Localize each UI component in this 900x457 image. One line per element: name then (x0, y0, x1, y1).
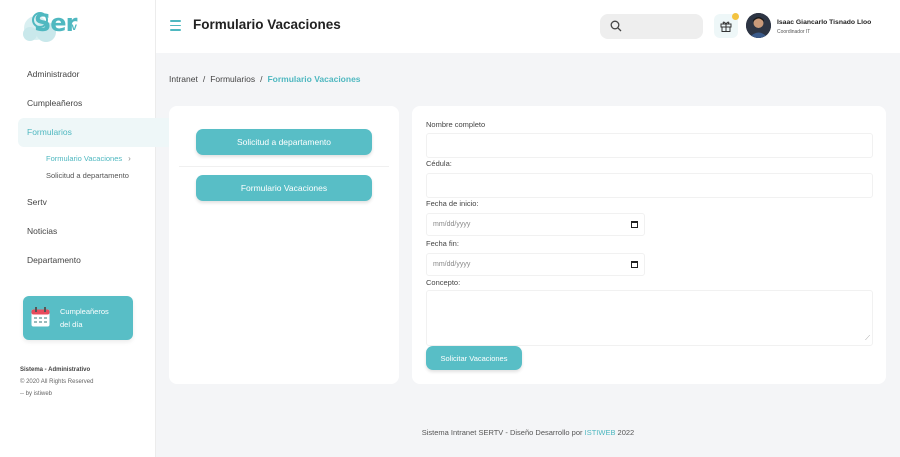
id-label: Cédula: (426, 159, 452, 168)
end-date-placeholder: mm/dd/yyyy (433, 261, 471, 268)
sidebar-item-sertv[interactable]: Sertv (0, 188, 156, 217)
solicitud-departamento-button[interactable]: Solicitud a departamento (196, 129, 372, 155)
system-copyright: © 2020 All Rights Reserved (20, 379, 94, 385)
breadcrumb: Intranet / Formularios / Formulario Vacacion… (169, 74, 361, 84)
system-by: -- by istiweb (20, 391, 53, 397)
user-avatar[interactable] (746, 13, 771, 38)
end-date-field[interactable]: mm/dd/yyyy (426, 253, 645, 276)
forms-menu-panel: Solicitud a departamento Formulario Vaca… (169, 106, 399, 384)
subnav-formulario-vacaciones[interactable]: Formulario Vacaciones › (46, 150, 156, 167)
birthday-card-line1: Cumpleañeros (60, 307, 109, 316)
breadcrumb-formularios[interactable]: Formularios (210, 74, 255, 84)
birthday-notification-button[interactable] (714, 13, 739, 38)
start-date-placeholder: mm/dd/yyyy (433, 221, 471, 228)
sidebar-item-cumpleaneros[interactable]: Cumpleañeros (0, 89, 156, 118)
search-input[interactable] (600, 14, 703, 39)
sidebar-item-noticias[interactable]: Noticias (0, 217, 156, 246)
subnav-solicitud-departamento[interactable]: Solicitud a departamento (46, 167, 156, 184)
sidebar: Ser tv Administrador Cumpleañeros Formul… (0, 0, 173, 457)
breadcrumb-intranet[interactable]: Intranet (169, 74, 198, 84)
footer-prefix: Sistema Intranet SERTV - Diseño Desarrol… (421, 428, 583, 437)
submit-vacation-button[interactable]: Solicitar Vacaciones (426, 346, 522, 370)
calendar-picker-icon[interactable] (631, 261, 638, 268)
breadcrumb-separator: / (260, 74, 263, 84)
calendar-picker-icon[interactable] (631, 221, 638, 228)
system-info: Sistema - Administrativo © 2020 All Righ… (20, 364, 93, 400)
end-date-label: Fecha fin: (426, 239, 459, 248)
chevron-right-icon: › (128, 154, 131, 163)
subnav-label: Formulario Vacaciones (46, 154, 123, 163)
footer-year: 2022 (617, 428, 635, 437)
vacation-form-panel: Nombre completo Cédula: Fecha de inicio:… (412, 106, 886, 384)
sidebar-item-formularios[interactable]: Formularios (18, 118, 173, 147)
formulario-vacaciones-button[interactable]: Formulario Vacaciones (196, 175, 372, 201)
page-footer: Sistema Intranet SERTV - Diseño Desarrol… (156, 428, 900, 437)
sidebar-item-administrador[interactable]: Administrador (0, 60, 156, 89)
logo-tv-text: tv (68, 22, 77, 33)
birthday-card-text: Cumpleañeros del día (60, 305, 109, 331)
hamburger-menu-icon[interactable] (170, 20, 181, 31)
birthday-card-line2: del día (60, 320, 83, 329)
breadcrumb-separator: / (202, 74, 206, 84)
name-field[interactable] (426, 133, 873, 158)
concept-textarea[interactable]: ⟋ (426, 290, 873, 346)
sidebar-item-departamento[interactable]: Departamento (0, 246, 156, 275)
notification-dot (732, 13, 739, 20)
search-icon (610, 20, 622, 32)
footer-brand-link[interactable]: ISTIWEB (585, 428, 616, 437)
breadcrumb-current: Formulario Vacaciones (267, 74, 361, 84)
panel-divider (179, 166, 389, 167)
start-date-field[interactable]: mm/dd/yyyy (426, 213, 645, 236)
user-name: Isaac Giancarlo Tisnado Lloo (777, 19, 872, 26)
concept-label: Concepto: (426, 278, 461, 287)
resize-grip-icon[interactable]: ⟋ (865, 335, 870, 343)
system-title: Sistema - Administrativo (20, 367, 91, 373)
gift-icon (720, 21, 732, 32)
calendar-icon (31, 307, 50, 327)
formularios-subnav: Formulario Vacaciones › Solicitud a depar… (0, 147, 156, 188)
sidebar-nav: Administrador Cumpleañeros Formularios F… (0, 60, 173, 275)
name-label: Nombre completo (426, 120, 486, 129)
id-field[interactable] (426, 173, 873, 198)
page-title: Formulario Vacaciones (193, 17, 341, 32)
user-role: Coordinador IT (777, 29, 811, 35)
avatar-image (746, 13, 771, 38)
birthday-card[interactable]: Cumpleañeros del día (23, 296, 133, 340)
top-header: Formulario Vacaciones Isaac Giancarlo Ti… (156, 0, 900, 53)
start-date-label: Fecha de inicio: (426, 199, 479, 208)
